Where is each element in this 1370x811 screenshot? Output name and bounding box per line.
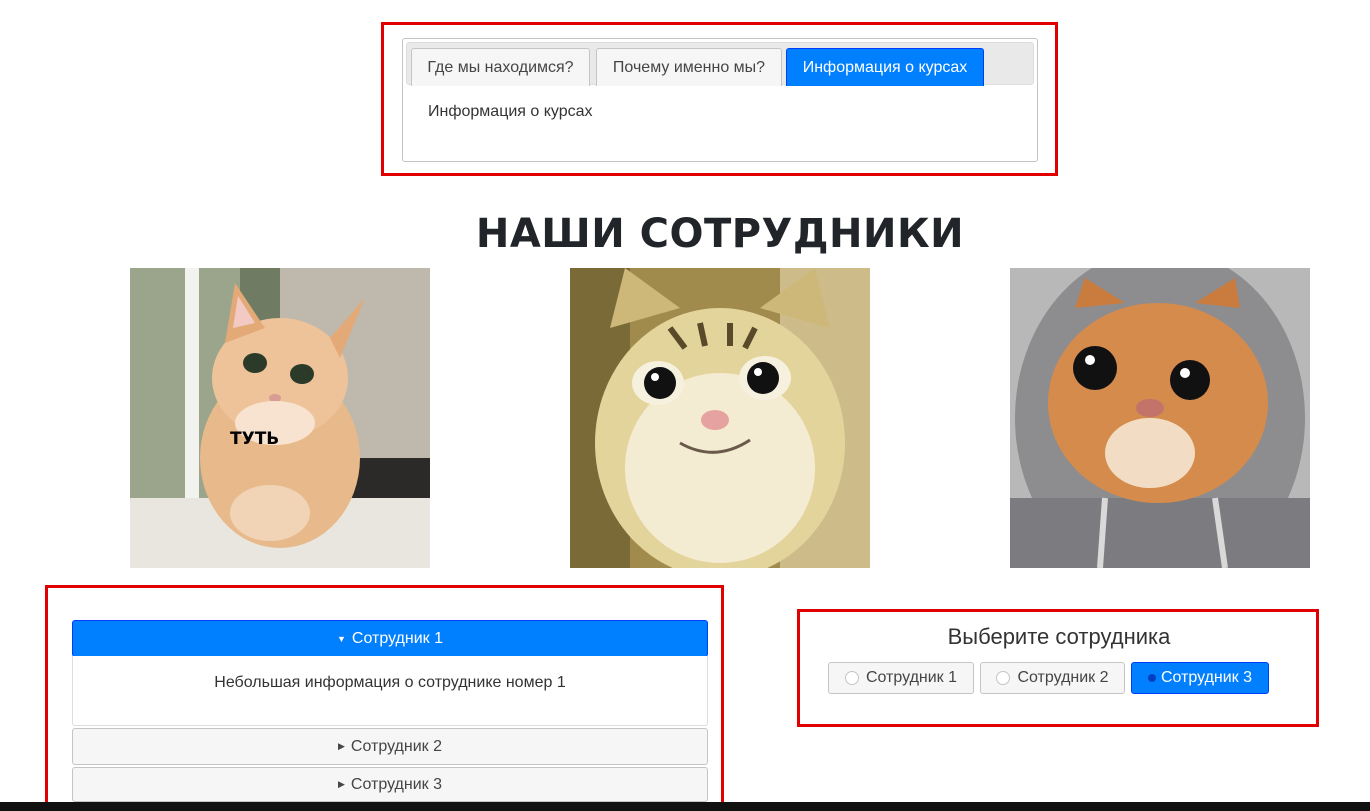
accordion-content-1: Небольшая информация о сотруднике номер … <box>72 656 708 726</box>
tabs-widget: Где мы находимся? Почему именно мы? Инфо… <box>402 38 1038 162</box>
tab-course-info[interactable]: Информация о курсах <box>786 48 984 86</box>
tab-label: Почему именно мы? <box>612 58 766 76</box>
staff-photo-2 <box>570 268 870 568</box>
radio-circle-icon <box>996 671 1011 685</box>
radio-option-1[interactable]: Сотрудник 1 <box>828 662 974 694</box>
accordion-label: Сотрудник 3 <box>350 775 442 793</box>
accordion-header-1[interactable]: ▼ Сотрудник 1 <box>72 620 708 657</box>
tab-why-us[interactable]: Почему именно мы? <box>596 48 782 86</box>
radio-option-2[interactable]: Сотрудник 2 <box>980 662 1125 694</box>
accordion-header-2[interactable]: ▶ Сотрудник 2 <box>72 728 708 765</box>
tabs-header: Где мы находимся? Почему именно мы? Инфо… <box>406 42 1034 86</box>
staff-photo-3 <box>1010 268 1310 568</box>
radio-label: Сотрудник 2 <box>1017 669 1109 686</box>
radio-circle-icon <box>1147 674 1156 682</box>
radio-label: Сотрудник 1 <box>865 669 958 686</box>
caret-right-icon: ▶ <box>338 741 345 751</box>
radio-group-title: Выберите сотрудника <box>947 624 1171 649</box>
radio-option-3[interactable]: Сотрудник 3 <box>1131 662 1269 694</box>
staff-photo-1: ТУТЬ <box>130 268 430 568</box>
section-title: НАШИ СОТРУДНИКИ <box>475 211 965 257</box>
accordion-label: Сотрудник 1 <box>351 629 443 647</box>
tab-location[interactable]: Где мы находимся? <box>411 48 590 86</box>
caret-down-icon: ▼ <box>337 633 346 644</box>
tab-label: Где мы находимся? <box>427 58 574 76</box>
photo-caption: ТУТЬ <box>230 429 279 449</box>
tab-label: Информация о курсах <box>802 58 968 76</box>
tab-panel-content: Информация о курсах <box>428 103 593 120</box>
radio-label: Сотрудник 3 <box>1160 669 1253 686</box>
accordion-header-3[interactable]: ▶ Сотрудник 3 <box>72 767 708 802</box>
bottom-bar <box>0 802 1370 811</box>
caret-right-icon: ▶ <box>338 779 345 789</box>
accordion-label: Сотрудник 2 <box>350 737 442 755</box>
radio-circle-icon <box>844 671 859 685</box>
